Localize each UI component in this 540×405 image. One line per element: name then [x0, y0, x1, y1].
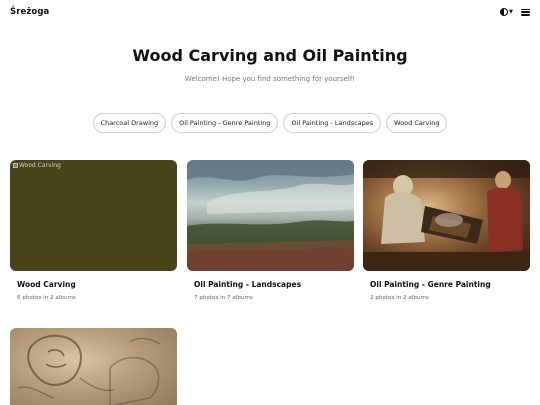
album-title[interactable]: Oil Painting - Genre Painting [370, 280, 530, 289]
page-subtitle: Welcome! Hope you find something for you… [184, 75, 356, 83]
album-thumbnail[interactable] [363, 160, 530, 271]
hamburger-menu-button[interactable] [521, 8, 530, 16]
caret-down-icon: ▼ [509, 8, 513, 15]
album-thumbnail[interactable] [187, 160, 354, 271]
album-title[interactable]: Wood Carving [17, 280, 177, 289]
tag-oil-painting-genre[interactable]: Oil Painting - Genre Painting [171, 113, 279, 133]
album-card-charcoal-drawing[interactable] [10, 328, 177, 405]
broken-image-icon [13, 163, 18, 168]
album-thumbnail[interactable]: Wood Carving [10, 160, 177, 271]
hamburger-line [521, 8, 530, 10]
album-title[interactable]: Oil Painting - Landscapes [194, 280, 354, 289]
landscape-painting-image [187, 160, 354, 271]
hamburger-line [521, 11, 530, 13]
album-card-wood-carving[interactable]: Wood Carving Wood Carving 6 photos in 2 … [10, 160, 177, 301]
top-bar: Śreżoga ▼ [0, 0, 540, 28]
genre-painting-image [363, 160, 530, 271]
half-circle-icon [500, 8, 509, 16]
tag-wood-carving[interactable]: Wood Carving [386, 113, 448, 133]
album-card-oil-painting-landscapes[interactable]: Oil Painting - Landscapes 7 photos in 7 … [187, 160, 354, 301]
charcoal-drawing-image [17, 334, 161, 405]
image-alt-text: Wood Carving [19, 162, 61, 169]
broken-image-alt: Wood Carving [13, 162, 61, 169]
tag-oil-painting-landscapes[interactable]: Oil Painting - Landscapes [283, 113, 382, 133]
header-actions: ▼ [500, 8, 530, 16]
site-logo[interactable]: Śreżoga [10, 7, 49, 17]
tag-charcoal-drawing[interactable]: Charcoal Drawing [92, 113, 167, 133]
page-title: Wood Carving and Oil Painting [132, 46, 408, 65]
tag-list: Charcoal Drawing Oil Painting - Genre Pa… [0, 113, 540, 133]
album-meta: 7 photos in 7 albums [194, 295, 253, 301]
hamburger-line [521, 14, 530, 16]
album-card-oil-painting-genre[interactable]: Oil Painting - Genre Painting 2 photos i… [363, 160, 530, 301]
theme-toggle-button[interactable]: ▼ [500, 8, 513, 16]
album-thumbnail[interactable] [10, 328, 177, 405]
album-meta: 6 photos in 2 albums [17, 295, 76, 301]
album-meta: 2 photos in 2 albums [370, 295, 429, 301]
